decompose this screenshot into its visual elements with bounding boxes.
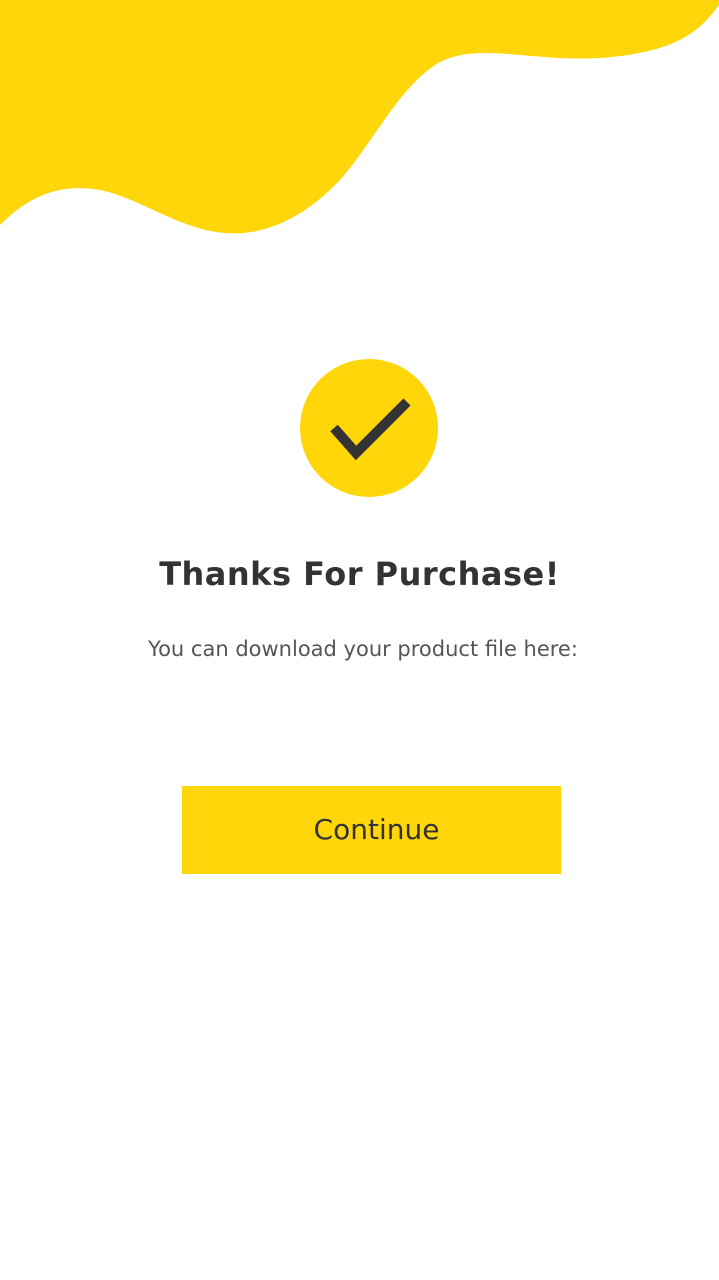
continue-button[interactable]: Continue [182,786,561,874]
download-instructions: You can download your product file here: [148,637,578,661]
badge-circle [300,359,438,497]
wave-shape [0,0,719,234]
page-title: Thanks For Purchase! [159,555,560,593]
continue-button-label: Continue [313,813,440,846]
success-check-badge [300,359,438,497]
header-wave-decoration [0,0,719,234]
